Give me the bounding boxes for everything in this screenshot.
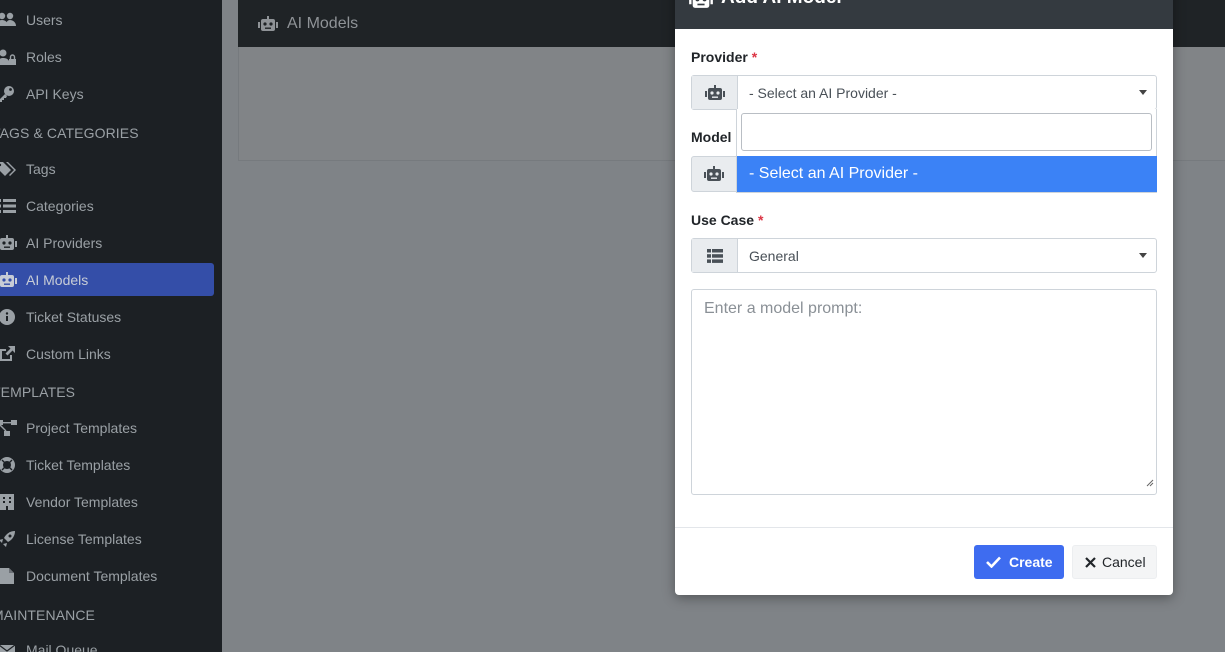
life-ring-icon <box>0 456 18 474</box>
sidebar-item-custom-links[interactable]: Custom Links <box>0 337 214 370</box>
sidebar-item-api-keys[interactable]: API Keys <box>0 77 214 110</box>
provider-selected-text: - Select an AI Provider - <box>749 84 897 101</box>
sidebar-item-label: API Keys <box>26 85 84 102</box>
nav-header-tags-categories: TAGS & CATEGORIES <box>0 125 139 141</box>
model-dropdown: - Select an AI Provider - <box>736 109 1157 193</box>
robot-icon <box>692 76 738 109</box>
sidebar-item-project-templates[interactable]: Project Templates <box>0 411 214 444</box>
sidebar: Users Roles API Keys TAGS & CATEGORIES T… <box>0 0 222 652</box>
mail-icon <box>0 641 18 652</box>
modal-footer: Create Cancel <box>675 527 1173 595</box>
provider-select[interactable]: - Select an AI Provider - <box>691 75 1157 110</box>
list-icon <box>692 239 738 272</box>
use-case-label: Use Case * <box>691 212 763 228</box>
nav-header-templates: TEMPLATES <box>0 384 76 400</box>
create-button-label: Create <box>1009 554 1053 570</box>
sidebar-item-label: Categories <box>26 197 94 214</box>
cancel-button-label: Cancel <box>1102 554 1146 570</box>
prompt-placeholder: Enter a model prompt: <box>704 300 863 317</box>
close-icon <box>1085 556 1096 568</box>
nav-header-maintenance: MAINTENANCE <box>0 607 95 623</box>
prompt-textarea[interactable]: Enter a model prompt: <box>691 289 1157 495</box>
required-mark: * <box>751 49 758 65</box>
sidebar-item-label: Mail Queue <box>26 641 98 652</box>
provider-label: Provider * <box>691 49 757 65</box>
caret-down-icon <box>1139 253 1147 258</box>
sidebar-item-vendor-templates[interactable]: Vendor Templates <box>0 485 214 518</box>
sidebar-item-label: Document Templates <box>26 567 158 584</box>
list-icon <box>0 197 18 215</box>
sidebar-item-roles[interactable]: Roles <box>0 40 214 73</box>
sidebar-item-ai-models[interactable]: AI Models <box>0 263 214 296</box>
sidebar-item-label: Roles <box>26 48 62 65</box>
robot-icon <box>258 15 278 32</box>
user-lock-icon <box>0 48 18 66</box>
sidebar-item-label: Custom Links <box>26 345 111 362</box>
sidebar-item-label: AI Providers <box>26 234 103 251</box>
robot-icon <box>0 234 18 252</box>
robot-icon <box>691 156 737 192</box>
info-circle-icon <box>0 308 18 326</box>
tags-icon <box>0 160 18 178</box>
key-icon <box>0 85 18 103</box>
sidebar-item-ticket-templates[interactable]: Ticket Templates <box>0 448 214 481</box>
model-search-input[interactable] <box>741 113 1152 151</box>
users-icon <box>0 11 18 29</box>
sidebar-item-mail-queue[interactable]: Mail Queue <box>0 633 214 652</box>
page-title: AI Models <box>287 14 359 32</box>
sidebar-item-ticket-statuses[interactable]: Ticket Statuses <box>0 300 214 333</box>
required-mark: * <box>757 212 764 228</box>
model-option-highlighted[interactable]: - Select an AI Provider - <box>737 156 1157 192</box>
close-icon[interactable]: × <box>1143 0 1155 7</box>
sidebar-item-label: License Templates <box>26 530 142 547</box>
sidebar-item-label: Ticket Statuses <box>26 308 122 325</box>
sidebar-item-categories[interactable]: Categories <box>0 189 214 222</box>
cancel-button[interactable]: Cancel <box>1072 545 1157 579</box>
caret-down-icon <box>1139 90 1147 95</box>
use-case-select[interactable]: General <box>691 238 1157 273</box>
sidebar-item-license-templates[interactable]: License Templates <box>0 522 214 555</box>
external-link-icon <box>0 345 18 363</box>
use-case-label-text: Use Case <box>691 212 755 228</box>
sidebar-item-label: Project Templates <box>26 419 138 436</box>
add-ai-model-modal: Add AI Model × Provider * - Select an AI… <box>675 0 1173 595</box>
model-label: Model <box>691 129 732 145</box>
robot-icon <box>0 271 18 289</box>
use-case-selected-value: General <box>738 239 1156 272</box>
project-diagram-icon <box>0 419 18 437</box>
sidebar-item-document-templates[interactable]: Document Templates <box>0 559 214 592</box>
provider-selected-value: - Select an AI Provider - <box>738 76 1156 109</box>
sidebar-item-ai-providers[interactable]: AI Providers <box>0 226 214 259</box>
sidebar-item-label: Vendor Templates <box>26 493 138 510</box>
sidebar-item-label: Users <box>26 11 63 28</box>
create-button[interactable]: Create <box>974 545 1064 579</box>
modal-header: Add AI Model × <box>675 0 1173 29</box>
robot-icon <box>689 0 713 9</box>
sidebar-item-users[interactable]: Users <box>0 3 214 36</box>
file-icon <box>0 567 18 585</box>
rocket-icon <box>0 530 18 548</box>
sidebar-item-label: AI Models <box>26 271 89 288</box>
sidebar-item-label: Tags <box>26 160 56 177</box>
sidebar-item-label: Ticket Templates <box>26 456 131 473</box>
building-icon <box>0 493 18 511</box>
modal-title: Add AI Model <box>721 0 842 9</box>
resize-handle-icon[interactable] <box>1146 474 1154 492</box>
use-case-selected-text: General <box>749 247 799 264</box>
sidebar-item-tags[interactable]: Tags <box>0 152 214 185</box>
check-icon <box>986 556 1001 568</box>
provider-label-text: Provider <box>691 49 748 65</box>
